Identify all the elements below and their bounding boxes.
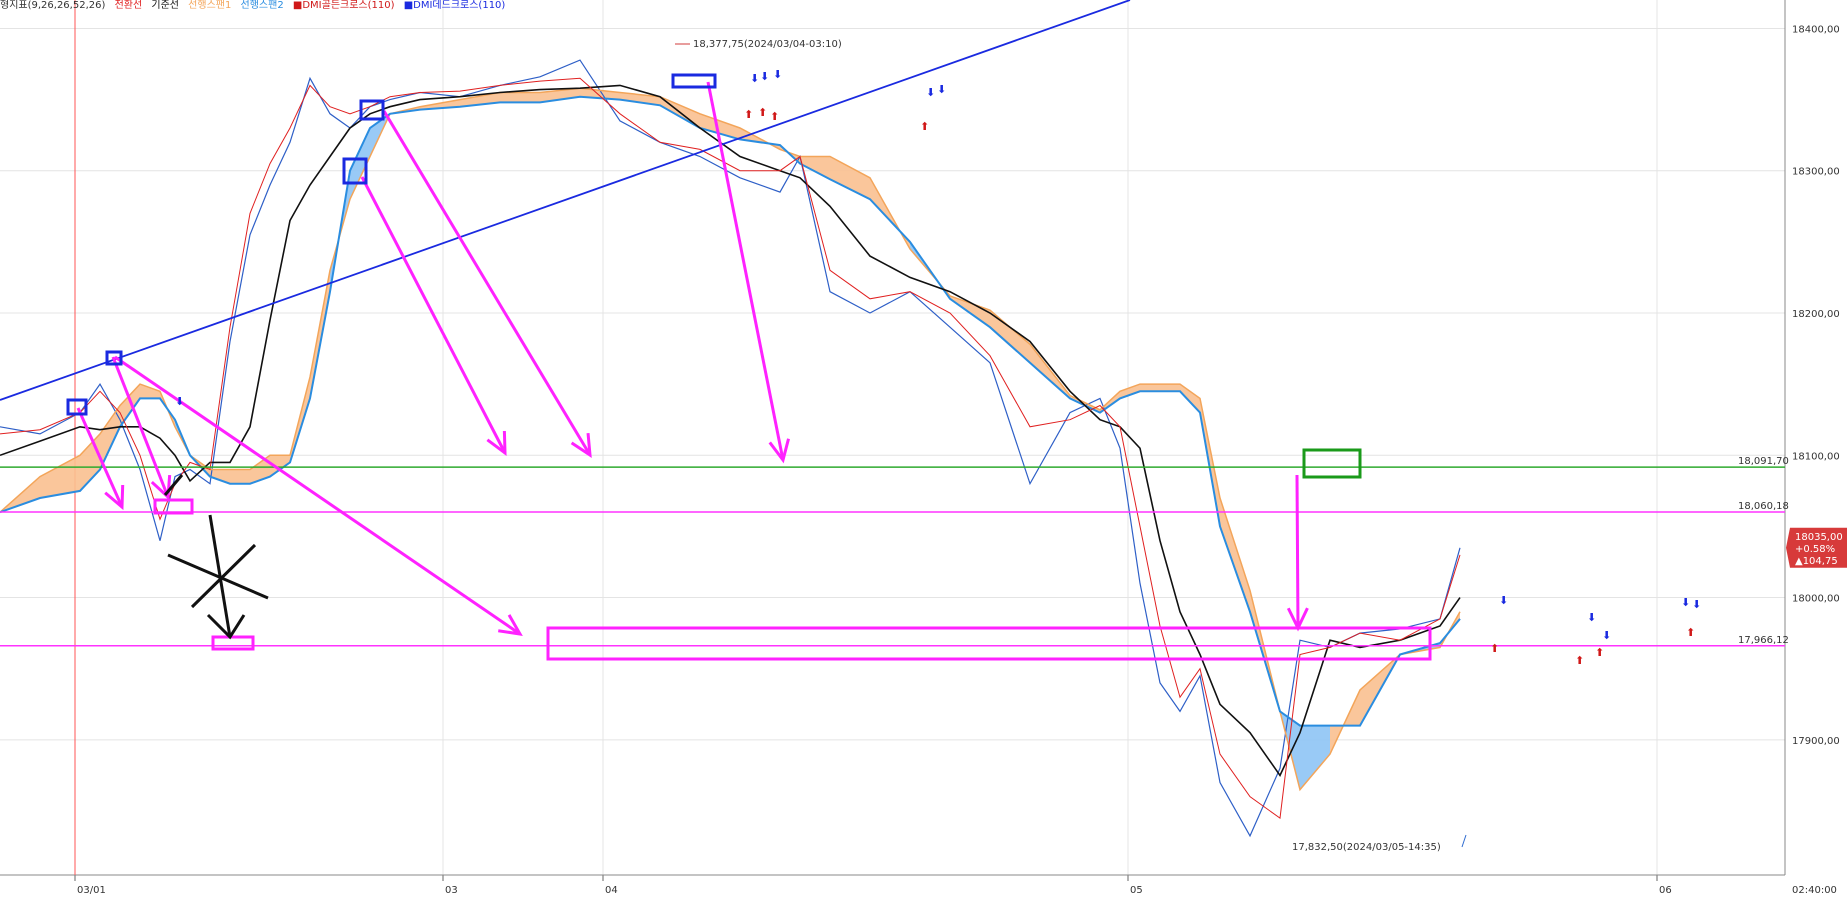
dmi-golden-marker: ⬆ xyxy=(1575,654,1584,667)
legend-item-dmi-golden: ■DMI골든크로스(110) xyxy=(292,0,395,11)
price-tag-text: 18035,00 xyxy=(1795,532,1843,543)
ichimoku-chart[interactable]: 17900,00 18000,00 18100,00 18200,00 18300,00… xyxy=(0,0,1847,899)
cloud-segment xyxy=(500,92,540,103)
time-axis-label: 02:40:00 xyxy=(1792,885,1837,896)
level-label: 17,966,12 xyxy=(1738,635,1789,646)
price-tag-text: ▲104,75 xyxy=(1795,556,1838,567)
dmi-golden-marker: ⬆ xyxy=(744,108,753,121)
dmi-golden-marker: ⬆ xyxy=(758,106,767,119)
indicator-legend: 형지표(9,26,26,52,26) 전환선 기준선 선행스팬1 선행스팬2 ■… xyxy=(0,0,511,14)
cloud-segment xyxy=(1160,384,1180,392)
level-label: 18,091,70 xyxy=(1738,456,1789,467)
legend-item-span1: 선행스팬1 xyxy=(188,0,232,11)
y-tick-label: 18300,00 xyxy=(1792,167,1840,178)
cloud-segment xyxy=(230,469,250,484)
level-label: 18,060,18 xyxy=(1738,501,1789,512)
legend-item-dmi-dead: ■DMI데드크로스(110) xyxy=(403,0,506,11)
dmi-dead-marker: ⬇ xyxy=(1602,629,1611,642)
legend-item-conversion: 전환선 xyxy=(114,0,143,11)
price-tag-text: +0.58% xyxy=(1795,544,1835,555)
dmi-dead-marker: ⬇ xyxy=(1681,596,1690,609)
y-tick-label: 18000,00 xyxy=(1792,594,1840,605)
x-tick-label: 03 xyxy=(445,885,458,896)
dmi-golden-marker: ⬆ xyxy=(920,120,929,133)
dmi-dead-marker: ⬇ xyxy=(750,72,759,85)
legend-item-base: 기준선 xyxy=(151,0,179,11)
legend-item-span2: 선행스팬2 xyxy=(240,0,284,11)
high-annotation: 18,377,75(2024/03/04-03:10) xyxy=(693,39,842,50)
y-tick-label: 17900,00 xyxy=(1792,736,1840,747)
low-annotation: 17,832,50(2024/03/05-14:35) xyxy=(1292,842,1441,853)
cloud-segment xyxy=(1140,384,1160,392)
y-tick-label: 18400,00 xyxy=(1792,24,1840,35)
x-tick-label: 04 xyxy=(605,885,618,896)
dmi-dead-marker: ⬇ xyxy=(1499,594,1508,607)
dmi-golden-marker: ⬆ xyxy=(1686,626,1695,639)
dmi-dead-marker: ⬇ xyxy=(1692,598,1701,611)
y-tick-label: 18100,00 xyxy=(1792,451,1840,462)
arrow-shaft xyxy=(1295,474,1300,629)
indicator-label: 형지표(9,26,26,52,26) xyxy=(0,0,106,11)
x-tick-label: 06 xyxy=(1659,885,1672,896)
dmi-dead-marker: ⬇ xyxy=(926,86,935,99)
dmi-dead-marker: ⬇ xyxy=(175,395,184,408)
dmi-dead-marker: ⬇ xyxy=(760,70,769,83)
dmi-golden-marker: ⬆ xyxy=(1490,642,1499,655)
x-tick-label: 03/01 xyxy=(77,885,106,896)
dmi-dead-marker: ⬇ xyxy=(937,83,946,96)
dmi-golden-marker: ⬆ xyxy=(770,110,779,123)
x-tick-label: 05 xyxy=(1130,885,1143,896)
dmi-dead-marker: ⬇ xyxy=(1587,611,1596,624)
dmi-golden-marker: ⬆ xyxy=(1595,646,1604,659)
dmi-dead-marker: ⬇ xyxy=(773,68,782,81)
plot-background xyxy=(0,0,1847,899)
price-tag: 18035,00+0.58%▲104,75 xyxy=(1786,527,1847,568)
y-tick-label: 18200,00 xyxy=(1792,309,1840,320)
